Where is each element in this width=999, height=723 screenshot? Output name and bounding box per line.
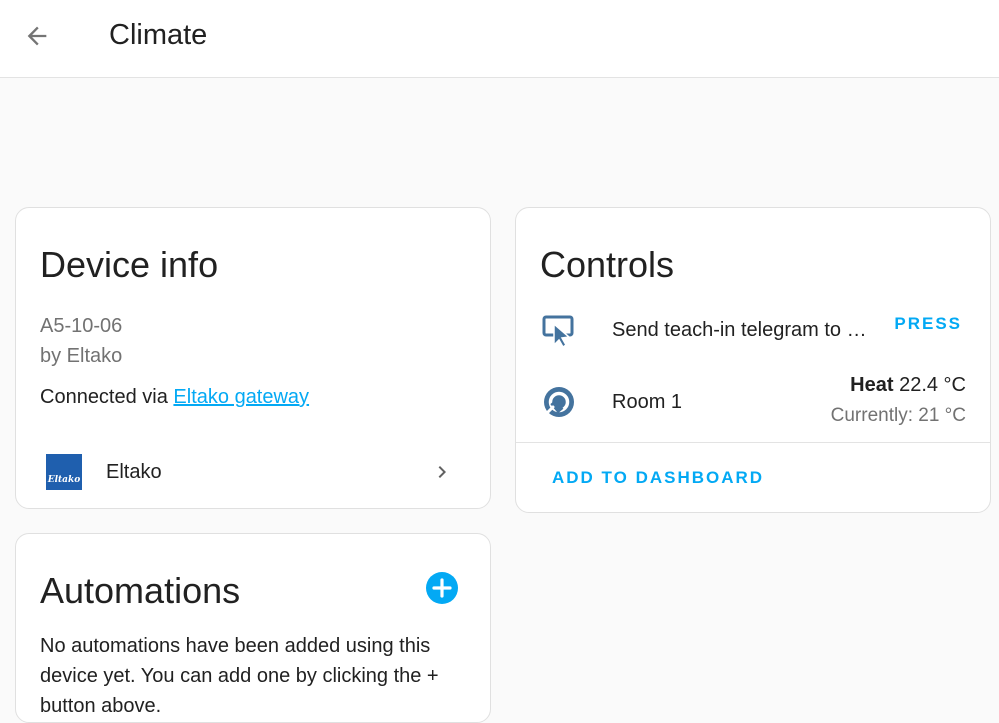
controls-title: Controls (540, 244, 675, 285)
back-button[interactable] (17, 16, 57, 56)
automations-card: Automations No automations have been add… (15, 533, 491, 723)
climate-state: Heat 22.4 °C (850, 374, 966, 397)
top-app-bar: Climate (0, 0, 999, 78)
gesture-tap-icon (542, 315, 574, 348)
arrow-left-icon (27, 26, 47, 46)
control-row-teach-in[interactable]: Send teach-in telegram to … PRESS (516, 302, 990, 358)
hvac-mode: Heat (850, 374, 894, 396)
target-temperature: 22.4 °C (893, 374, 966, 396)
current-temperature: Currently: 21 °C (830, 405, 966, 426)
eltako-logo-text: Eltako (47, 475, 81, 485)
automations-title: Automations (40, 570, 241, 611)
press-button[interactable]: PRESS (894, 314, 962, 334)
device-manufacturer: by Eltako (40, 345, 123, 367)
page-title: Climate (109, 19, 208, 51)
plus-circle-icon (432, 578, 452, 598)
teach-in-label: Send teach-in telegram to … (612, 319, 867, 341)
integration-row-eltako[interactable]: Eltako Eltako (16, 444, 490, 500)
add-automation-button[interactable] (426, 572, 458, 604)
chevron-right-icon (438, 466, 446, 478)
connected-via-label: Connected via (40, 386, 174, 408)
controls-card: Controls Send teach-in telegram to … PRE… (515, 207, 991, 513)
eltako-logo: Eltako (46, 454, 82, 490)
room-1-label: Room 1 (612, 391, 683, 413)
card-divider (516, 442, 990, 443)
gateway-link[interactable]: Eltako gateway (173, 386, 309, 408)
device-info-title: Device info (40, 244, 219, 285)
integration-name: Eltako (106, 461, 162, 483)
add-to-dashboard-button[interactable]: ADD TO DASHBOARD (552, 468, 764, 488)
automations-empty-text: No automations have been added using thi… (40, 635, 439, 717)
thermostat-icon (544, 387, 574, 417)
device-info-card: Device info A5-10-06 by Eltako Connected… (15, 207, 491, 509)
connected-via: Connected via Eltako gateway (40, 386, 309, 409)
device-model: A5-10-06 (40, 315, 123, 337)
